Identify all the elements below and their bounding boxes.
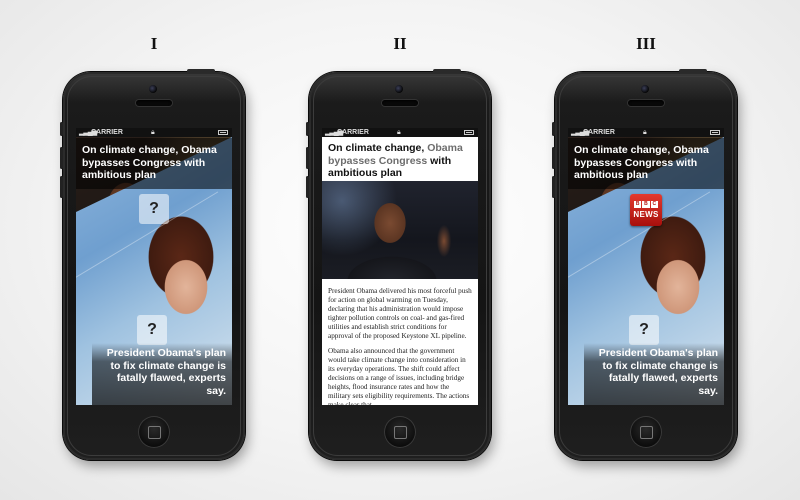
- battery-icon: [710, 130, 720, 135]
- volume-up-button[interactable]: [306, 147, 309, 169]
- earpiece-speaker: [136, 100, 172, 106]
- mute-switch[interactable]: [306, 122, 309, 136]
- bbc-news-text: NEWS: [633, 210, 659, 219]
- bbc-block: B: [642, 201, 650, 208]
- unknown-source-badge-top[interactable]: ?: [139, 194, 169, 224]
- article-paragraph: President Obama delivered his most force…: [328, 287, 472, 340]
- lock-icon: 🔒︎: [643, 129, 647, 136]
- status-bar: ▂▃▄▅ CARRIER 🔒︎: [76, 128, 232, 137]
- bottom-story-headline[interactable]: President Obama's plan to fix climate ch…: [584, 343, 724, 405]
- earpiece-speaker: [382, 100, 418, 106]
- panel-label-2: II: [393, 34, 407, 53]
- top-story-headline[interactable]: On climate change, Obama bypasses Congre…: [568, 138, 724, 189]
- power-button[interactable]: [433, 69, 461, 73]
- carrier-label: CARRIER: [91, 129, 123, 136]
- mute-switch[interactable]: [552, 122, 555, 136]
- volume-down-button[interactable]: [306, 176, 309, 198]
- bbc-blocks: B B C: [634, 201, 658, 208]
- bbc-news-logo[interactable]: B B C NEWS: [630, 194, 662, 226]
- bbc-block: B: [634, 201, 642, 208]
- carrier-label: CARRIER: [583, 129, 615, 136]
- headline-part-1: On climate change,: [328, 142, 428, 154]
- power-button[interactable]: [679, 69, 707, 73]
- home-button[interactable]: [138, 416, 170, 448]
- volume-up-button[interactable]: [552, 147, 555, 169]
- panel-label-1: I: [150, 34, 158, 53]
- battery-icon: [464, 130, 474, 135]
- bbc-block: C: [650, 201, 658, 208]
- article-photo: [322, 181, 478, 279]
- screen: ▂▃▄▅ CARRIER 🔒︎ On climate change, Obama…: [322, 128, 478, 405]
- volume-up-button[interactable]: [60, 147, 63, 169]
- status-bar: ▂▃▄▅ CARRIER 🔒︎: [322, 128, 478, 137]
- earpiece-speaker: [628, 100, 664, 106]
- status-bar: ▂▃▄▅ CARRIER 🔒︎: [568, 128, 724, 137]
- unknown-source-badge-bottom[interactable]: ?: [629, 315, 659, 345]
- lock-icon: 🔒︎: [151, 129, 155, 136]
- article-paragraph: Obama also announced that the government…: [328, 347, 470, 405]
- screen: ▂▃▄▅ CARRIER 🔒︎ On climate change, Obama…: [568, 128, 724, 405]
- phone-1: ▂▃▄▅ CARRIER 🔒︎ On climate change, Obama…: [60, 69, 245, 460]
- carrier-label: CARRIER: [337, 129, 369, 136]
- volume-down-button[interactable]: [552, 176, 555, 198]
- article-body[interactable]: President Obama delivered his most force…: [322, 279, 478, 405]
- front-camera: [641, 85, 649, 93]
- bottom-story-headline[interactable]: President Obama's plan to fix climate ch…: [92, 343, 232, 405]
- phone-2: ▂▃▄▅ CARRIER 🔒︎ On climate change, Obama…: [306, 69, 491, 460]
- front-camera: [149, 85, 157, 93]
- screen: ▂▃▄▅ CARRIER 🔒︎ On climate change, Obama…: [76, 128, 232, 405]
- home-button[interactable]: [630, 416, 662, 448]
- phone-3: ▂▃▄▅ CARRIER 🔒︎ On climate change, Obama…: [552, 69, 737, 460]
- article-headline: On climate change, Obama bypasses Congre…: [322, 137, 478, 181]
- unknown-source-badge-bottom[interactable]: ?: [137, 315, 167, 345]
- top-story-headline[interactable]: On climate change, Obama bypasses Congre…: [76, 138, 232, 189]
- volume-down-button[interactable]: [60, 176, 63, 198]
- power-button[interactable]: [187, 69, 215, 73]
- lock-icon: 🔒︎: [397, 129, 401, 136]
- home-button[interactable]: [384, 416, 416, 448]
- panel-label-3: III: [636, 34, 656, 53]
- battery-icon: [218, 130, 228, 135]
- front-camera: [395, 85, 403, 93]
- mute-switch[interactable]: [60, 122, 63, 136]
